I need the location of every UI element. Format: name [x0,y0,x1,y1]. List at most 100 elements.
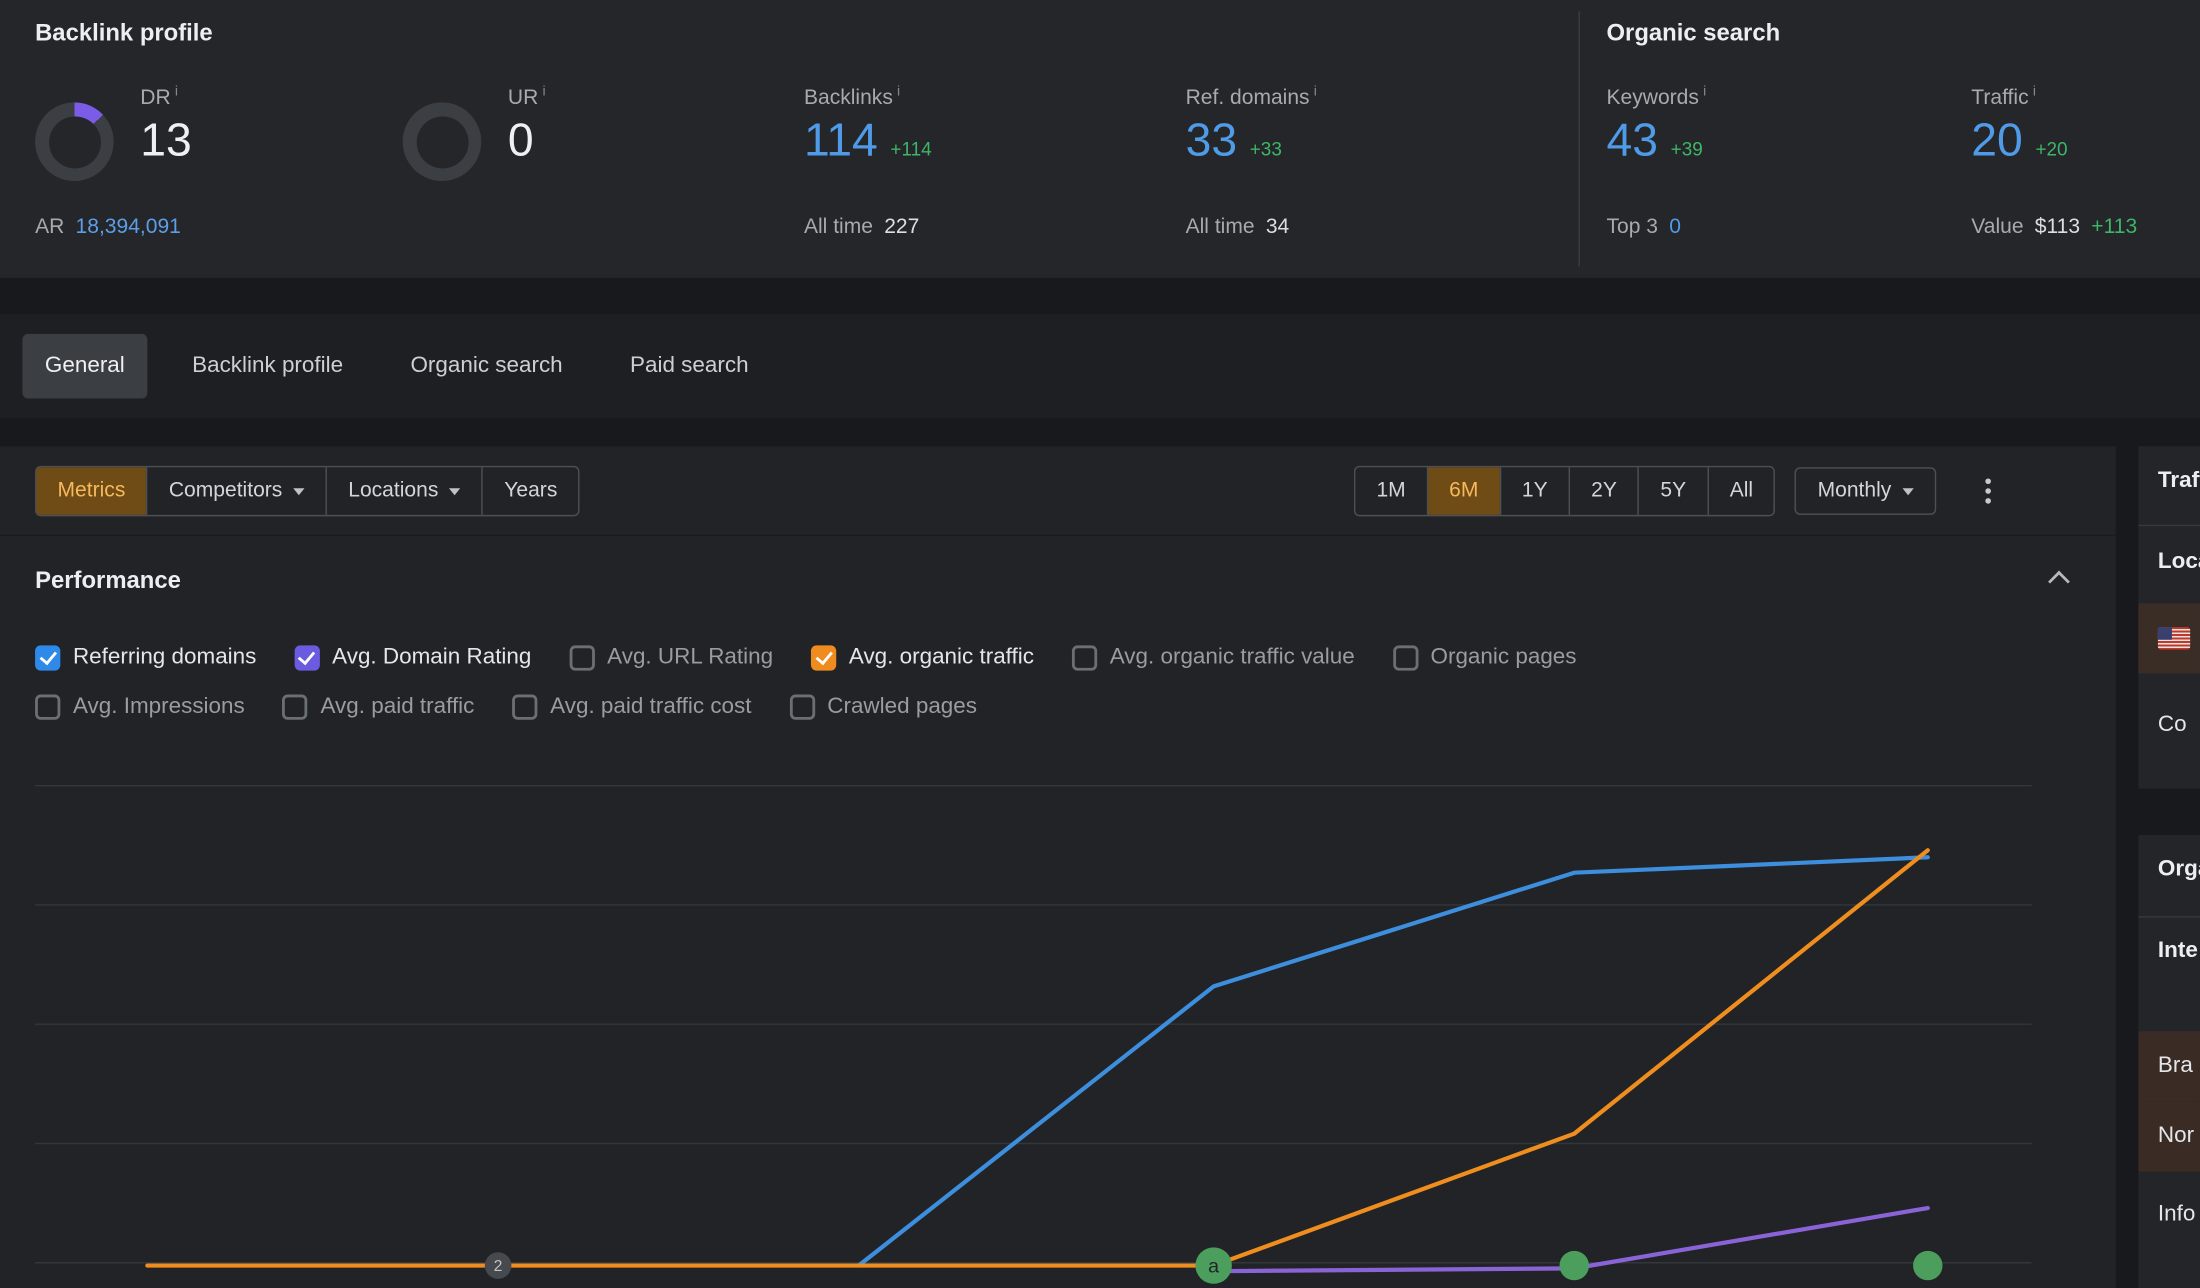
milestone-marker-icon[interactable] [1560,1251,1589,1280]
toolbar: Metrics Competitors Locations Years 1M 6M 1Y2… [0,446,2116,536]
backlinks-alltime-line: All time 227 [804,215,919,239]
metric-toggle-label: Avg. paid traffic cost [550,695,751,720]
metric-toggle-avg-organic-traffic[interactable]: Avg. organic traffic [811,645,1034,670]
metric-toggle-organic-pages[interactable]: Organic pages [1393,645,1577,670]
organic-card: Orga Inte Bra Nor Info [2138,835,2200,1288]
ref-domains-label-row: Ref. domains i [1186,84,1317,109]
ur-metric: UR i 0 [508,84,546,167]
site-overview-page: Backlink profile DRi 13 AR 18,394,091 UR… [0,0,2200,1288]
unchecked-checkbox-icon [1393,645,1418,670]
metric-toggle-avg-impressions[interactable]: Avg. Impressions [35,695,245,720]
range-1y[interactable]: 1Y [1499,467,1568,515]
metric-toggle-referring-domains[interactable]: Referring domains [35,645,256,670]
competitors-dropdown[interactable]: Competitors [146,467,325,515]
range-6m[interactable]: 6M [1427,467,1500,515]
info-icon[interactable]: i [1703,84,1706,99]
tab-paid-search[interactable]: Paid search [608,334,771,399]
keywords-label-row: Keywords i [1607,84,1707,109]
traffic-delta: +20 [2035,139,2067,160]
button-label: 6M [1449,478,1478,502]
unchecked-checkbox-icon [512,695,537,720]
backlinks-value: 114 [804,114,878,167]
location-row[interactable] [2138,603,2200,673]
tab-general[interactable]: General [22,334,147,399]
metric-toggle-avg-url-rating[interactable]: Avg. URL Rating [569,645,773,670]
metric-toggle-label: Avg. paid traffic [320,695,474,720]
info-icon[interactable]: i [897,84,900,99]
metric-toggle-avg-domain-rating[interactable]: Avg. Domain Rating [294,645,531,670]
metric-toggle-label: Avg. organic traffic value [1110,645,1355,670]
main-panel: MetricsCompetitorsLocationsYears 1M6M1Y2… [0,446,2116,1288]
traffic-metric: Traffici 20 +20 [1971,84,2067,167]
metrics-header: Backlink profile DRi 13 AR 18,394,091 UR… [0,0,2200,278]
tab-backlink-profile[interactable]: Backlink profile [170,334,366,399]
sidebar-row-label: Info [2158,1202,2195,1227]
unchecked-checkbox-icon [1072,645,1097,670]
ref-domains-label: Ref. domains [1186,86,1310,110]
info-icon[interactable]: i [2033,84,2036,99]
metric-toggle-label: Organic pages [1431,645,1577,670]
metric-toggle-row: Referring domains Avg. Domain Rating Avg. … [35,645,2081,670]
alltime-label: All time [1186,215,1255,239]
range-1m[interactable]: 1M [1355,467,1426,515]
traffic-value: 20 [1971,114,2023,167]
metrics-controls: Metrics Competitors Locations Years [35,465,580,516]
info-icon[interactable]: i [1314,84,1317,99]
metric-toggle-avg-paid-traffic-cost[interactable]: Avg. paid traffic cost [512,695,751,720]
metric-toggle-label: Avg. organic traffic [849,645,1034,670]
sidebar-row[interactable]: Nor [2138,1101,2200,1171]
dr-label: DR [140,86,170,110]
header-divider [1578,11,1579,266]
milestone-marker-icon[interactable] [1913,1251,1942,1280]
checked-checkbox-icon [294,645,319,670]
info-icon[interactable]: i [543,84,546,99]
tab-organic-search[interactable]: Organic search [388,334,585,399]
range-5y[interactable]: 5Y [1638,467,1707,515]
series-line-avg-organic-traffic [147,850,1927,1265]
ur-value: 0 [508,114,534,167]
range-2y[interactable]: 2Y [1569,467,1638,515]
metric-toggle-label: Avg. URL Rating [607,645,773,670]
metric-toggle-label: Crawled pages [827,695,977,720]
info-icon[interactable]: i [175,84,178,99]
metric-toggle-avg-paid-traffic[interactable]: Avg. paid traffic [283,695,475,720]
value-amount: $113 [2035,215,2080,239]
top3-value[interactable]: 0 [1669,215,1681,239]
kebab-menu-icon[interactable] [1978,471,1998,510]
years-button[interactable]: Years [482,467,579,515]
keywords-label: Keywords [1607,86,1699,110]
granularity-select[interactable]: Monthly [1795,467,1936,515]
metric-toggle-crawled-pages[interactable]: Crawled pages [789,695,977,720]
milestone-2-marker-label: 2 [494,1258,503,1275]
caret-down-icon [450,488,461,495]
ref-domains-alltime-line: All time 34 [1186,215,1290,239]
value-label: Value [1971,215,2023,239]
alltime-value: 34 [1266,215,1289,239]
range-all[interactable]: All [1707,467,1774,515]
sidebar-row[interactable]: Bra [2138,1031,2200,1101]
metrics-button[interactable]: Metrics [36,467,146,515]
backlinks-metric: Backlinksi 114 +114 [804,84,932,167]
metric-toggle-label: Avg. Domain Rating [332,645,531,670]
tabs-strip: General Backlink profile Organic search Pai… [0,314,2200,418]
collapse-chevron-up-icon[interactable] [2048,570,2070,592]
button-label: 1M [1376,478,1405,502]
ref-domains-delta: +33 [1250,139,1282,160]
ref-domains-value: 33 [1186,114,1238,167]
dr-metric: DRi 13 [140,84,192,167]
unchecked-checkbox-icon [569,645,594,670]
performance-title: Performance [35,567,181,595]
organic-search-title: Organic search [1607,20,1781,48]
checked-checkbox-icon [35,645,60,670]
ar-value-link[interactable]: 18,394,091 [76,215,181,239]
range-controls: 1M 6M 1Y2Y 5Y All [1354,465,1776,516]
value-delta: +113 [2091,215,2137,239]
metric-toggle-avg-organic-traffic-value[interactable]: Avg. organic traffic value [1072,645,1355,670]
locations-dropdown[interactable]: Locations [326,467,482,515]
ur-label: UR [508,86,538,110]
button-label: Locations [348,478,438,502]
button-label: 5Y [1660,478,1686,502]
button-label: Competitors [169,478,282,502]
backlinks-label: Backlinks [804,86,893,110]
metric-toggles: Referring domains Avg. Domain Rating Avg. … [35,645,2081,719]
